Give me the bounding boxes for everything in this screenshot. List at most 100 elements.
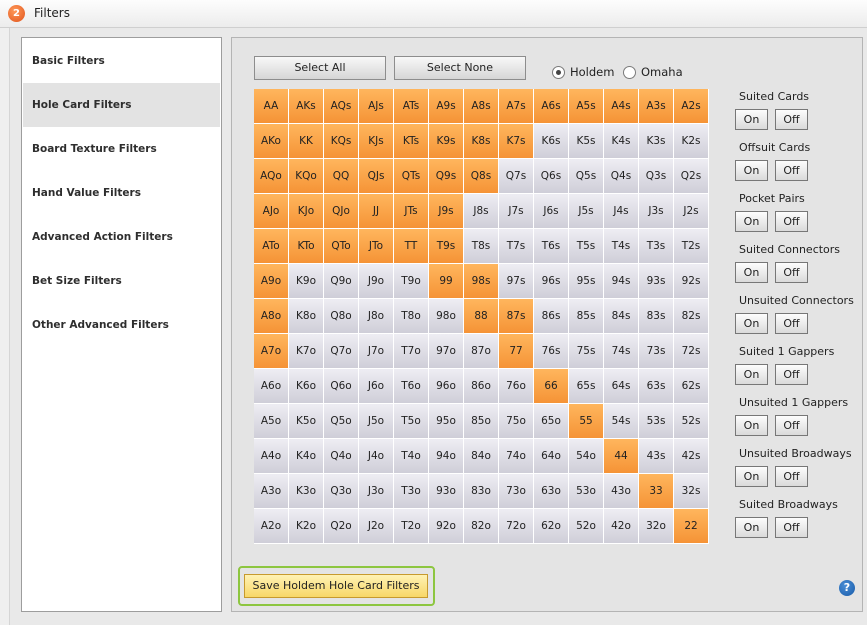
hand-cell[interactable]: 63s — [639, 369, 674, 404]
hand-cell[interactable]: 33 — [639, 474, 674, 509]
help-icon[interactable]: ? — [839, 580, 855, 596]
toggle-off-button[interactable]: Off — [775, 313, 808, 334]
hand-cell[interactable]: KQs — [324, 124, 359, 159]
hand-cell[interactable]: T7o — [394, 334, 429, 369]
hand-cell[interactable]: T3s — [639, 229, 674, 264]
hand-cell[interactable]: J8s — [464, 194, 499, 229]
hand-cell[interactable]: Q8o — [324, 299, 359, 334]
hand-cell[interactable]: 76o — [499, 369, 534, 404]
hand-cell[interactable]: T3o — [394, 474, 429, 509]
hand-cell[interactable]: 54s — [604, 404, 639, 439]
toggle-off-button[interactable]: Off — [775, 415, 808, 436]
hand-cell[interactable]: 53o — [569, 474, 604, 509]
hand-cell[interactable]: 43o — [604, 474, 639, 509]
hand-cell[interactable]: K6o — [289, 369, 324, 404]
hand-cell[interactable]: 65o — [534, 404, 569, 439]
hand-cell[interactable]: 82o — [464, 509, 499, 544]
hand-cell[interactable]: T9o — [394, 264, 429, 299]
hand-cell[interactable]: J3o — [359, 474, 394, 509]
hand-cell[interactable]: Q6s — [534, 159, 569, 194]
hand-cell[interactable]: J9o — [359, 264, 394, 299]
select-none-button[interactable]: Select None — [394, 56, 526, 80]
toggle-off-button[interactable]: Off — [775, 109, 808, 130]
toggle-off-button[interactable]: Off — [775, 517, 808, 538]
hand-cell[interactable]: 96o — [429, 369, 464, 404]
hand-cell[interactable]: J3s — [639, 194, 674, 229]
hand-cell[interactable]: Q9o — [324, 264, 359, 299]
hand-cell[interactable]: A7s — [499, 89, 534, 124]
hand-cell[interactable]: T4s — [604, 229, 639, 264]
hand-cell[interactable]: A4s — [604, 89, 639, 124]
hand-cell[interactable]: K2o — [289, 509, 324, 544]
hand-cell[interactable]: 53s — [639, 404, 674, 439]
hand-cell[interactable]: 73o — [499, 474, 534, 509]
hand-cell[interactable]: A9o — [254, 264, 289, 299]
hand-cell[interactable]: KTs — [394, 124, 429, 159]
hand-cell[interactable]: 86s — [534, 299, 569, 334]
hand-cell[interactable]: AJs — [359, 89, 394, 124]
hand-cell[interactable]: 62s — [674, 369, 709, 404]
hand-cell[interactable]: J4o — [359, 439, 394, 474]
hand-cell[interactable]: A5s — [569, 89, 604, 124]
toggle-on-button[interactable]: On — [735, 211, 768, 232]
toggle-on-button[interactable]: On — [735, 364, 768, 385]
hand-cell[interactable]: T2s — [674, 229, 709, 264]
hand-cell[interactable]: K3o — [289, 474, 324, 509]
hand-cell[interactable]: T7s — [499, 229, 534, 264]
hand-cell[interactable]: Q5s — [569, 159, 604, 194]
hand-cell[interactable]: 77 — [499, 334, 534, 369]
hand-cell[interactable]: J9s — [429, 194, 464, 229]
hand-cell[interactable]: 63o — [534, 474, 569, 509]
hand-cell[interactable]: Q5o — [324, 404, 359, 439]
hand-cell[interactable]: 74s — [604, 334, 639, 369]
hand-cell[interactable]: A6o — [254, 369, 289, 404]
hand-cell[interactable]: 86o — [464, 369, 499, 404]
hand-cell[interactable]: JJ — [359, 194, 394, 229]
hand-cell[interactable]: T5o — [394, 404, 429, 439]
hand-cell[interactable]: T2o — [394, 509, 429, 544]
hand-cell[interactable]: AJo — [254, 194, 289, 229]
hand-cell[interactable]: AQs — [324, 89, 359, 124]
hand-cell[interactable]: 96s — [534, 264, 569, 299]
hand-cell[interactable]: 32o — [639, 509, 674, 544]
hand-cell[interactable]: T8s — [464, 229, 499, 264]
hand-cell[interactable]: 97s — [499, 264, 534, 299]
nav-item-basic-filters[interactable]: Basic Filters — [23, 39, 220, 83]
holdem-radio-option[interactable]: Holdem — [552, 63, 614, 81]
nav-item-board-texture-filters[interactable]: Board Texture Filters — [23, 127, 220, 171]
hand-cell[interactable]: 93o — [429, 474, 464, 509]
hand-cell[interactable]: 84s — [604, 299, 639, 334]
hand-cell[interactable]: 64s — [604, 369, 639, 404]
hand-cell[interactable]: J6o — [359, 369, 394, 404]
hand-cell[interactable]: J2s — [674, 194, 709, 229]
hand-cell[interactable]: 22 — [674, 509, 709, 544]
hand-cell[interactable]: 44 — [604, 439, 639, 474]
hand-cell[interactable]: AKs — [289, 89, 324, 124]
nav-item-other-advanced-filters[interactable]: Other Advanced Filters — [23, 303, 220, 347]
hand-cell[interactable]: Q4s — [604, 159, 639, 194]
toggle-on-button[interactable]: On — [735, 466, 768, 487]
toggle-off-button[interactable]: Off — [775, 466, 808, 487]
hand-cell[interactable]: J7o — [359, 334, 394, 369]
hand-cell[interactable]: 76s — [534, 334, 569, 369]
nav-item-hand-value-filters[interactable]: Hand Value Filters — [23, 171, 220, 215]
save-hole-card-filters-button[interactable]: Save Holdem Hole Card Filters — [244, 574, 428, 598]
hand-cell[interactable]: A3s — [639, 89, 674, 124]
hand-cell[interactable]: K6s — [534, 124, 569, 159]
hand-cell[interactable]: Q6o — [324, 369, 359, 404]
hand-cell[interactable]: 87s — [499, 299, 534, 334]
hand-cell[interactable]: A8o — [254, 299, 289, 334]
hand-cell[interactable]: KTo — [289, 229, 324, 264]
hand-cell[interactable]: J7s — [499, 194, 534, 229]
hand-cell[interactable]: 85s — [569, 299, 604, 334]
hand-cell[interactable]: K9s — [429, 124, 464, 159]
hand-cell[interactable]: QJs — [359, 159, 394, 194]
hand-cell[interactable]: KK — [289, 124, 324, 159]
toggle-off-button[interactable]: Off — [775, 262, 808, 283]
hand-cell[interactable]: T6s — [534, 229, 569, 264]
hand-cell[interactable]: Q9s — [429, 159, 464, 194]
hand-cell[interactable]: 43s — [639, 439, 674, 474]
hand-cell[interactable]: K8s — [464, 124, 499, 159]
hand-cell[interactable]: 65s — [569, 369, 604, 404]
hand-cell[interactable]: K7o — [289, 334, 324, 369]
